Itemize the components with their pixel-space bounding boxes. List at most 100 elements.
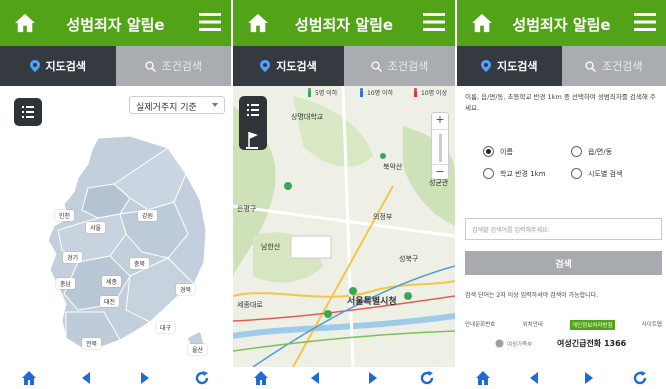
region-label-daejeon[interactable]: 대전: [100, 296, 120, 307]
radio-unselected-icon: [483, 168, 494, 179]
map-label-sangmyung: 상명대학교: [291, 113, 324, 121]
zoom-slider[interactable]: [432, 129, 448, 165]
radio-district-label: 읍/면/동: [588, 147, 613, 156]
tab-map-search-label: 지도검색: [45, 60, 86, 73]
top-bar: 성범죄자 알림e: [233, 0, 455, 46]
tab-map-search[interactable]: 지도검색: [457, 46, 562, 86]
region-label-daegu[interactable]: 대구: [156, 322, 176, 333]
refresh-icon[interactable]: [194, 370, 210, 386]
region-label-seoul[interactable]: 서울: [86, 222, 106, 233]
legend-label-10plus: 10명 이상: [421, 90, 448, 97]
footer-links: 안내문화번호 위치안내 개인정보처리방침 사이트맵: [465, 320, 662, 330]
radio-school-radius-label: 학교 반경 1km: [500, 169, 546, 178]
tab-map-search[interactable]: 지도검색: [0, 46, 116, 86]
region-label-gyeonggi[interactable]: 경기: [63, 252, 83, 263]
list-view-button[interactable]: [14, 98, 42, 126]
tab-map-search-label: 지도검색: [497, 60, 538, 73]
screen-map-detail: 성범죄자 알림e 지도검색 조건검색 5명 이하 10명 이하 10명 이상 +…: [233, 0, 455, 389]
korea-map-image[interactable]: [18, 134, 218, 359]
menu-icon[interactable]: [634, 13, 656, 31]
map-label-sejongdaero: 세종대로: [237, 301, 263, 309]
tab-condition-search[interactable]: 조건검색: [344, 46, 455, 86]
red-person-icon: [414, 88, 417, 97]
top-bar: 성범죄자 알림e: [0, 0, 231, 46]
residence-basis-select[interactable]: 실제거주지 기준: [129, 96, 225, 114]
region-label-ulsan[interactable]: 울산: [188, 344, 208, 355]
region-label-sejong[interactable]: 세종: [102, 276, 122, 287]
home-icon[interactable]: [253, 370, 269, 386]
bottom-nav: [233, 367, 455, 389]
bottom-nav: [457, 367, 666, 389]
search-button[interactable]: 검색: [465, 251, 662, 275]
region-label-chungnam[interactable]: 충남: [56, 278, 76, 289]
menu-icon[interactable]: [423, 13, 445, 31]
region-label-incheon[interactable]: 인천: [55, 210, 75, 221]
search-input[interactable]: 검색할 검색어를 입력해주세요.: [465, 218, 662, 240]
radio-province-label: 시도별 검색: [588, 169, 623, 178]
radio-name-label: 이름: [500, 147, 513, 156]
legend-label-10: 10명 이하: [367, 90, 394, 97]
screen-condition-search: 성범죄자 알림e 지도검색 조건검색 이름, 읍/면/동, 초등학교 반경 1k…: [457, 0, 666, 389]
map-label-namhansan: 남한산: [261, 243, 281, 251]
map-label-sunggyungwan: 성균관: [429, 179, 449, 187]
tab-bar: 지도검색 조건검색: [233, 46, 455, 86]
tab-condition-search[interactable]: 조건검색: [115, 46, 231, 86]
refresh-icon[interactable]: [632, 370, 648, 386]
region-label-gangwon[interactable]: 강원: [138, 210, 158, 221]
tab-condition-search[interactable]: 조건검색: [561, 46, 666, 86]
tab-map-search[interactable]: 지도검색: [233, 46, 344, 86]
footer-link-sitemap[interactable]: 사이트맵: [642, 320, 662, 330]
zoom-out-icon[interactable]: −: [432, 165, 448, 179]
map-label-bugaksan: 북악산: [383, 163, 403, 171]
forward-arrow-icon[interactable]: [364, 370, 380, 386]
back-arrow-icon[interactable]: [79, 370, 95, 386]
back-arrow-icon[interactable]: [527, 370, 543, 386]
search-icon: [585, 60, 596, 72]
search-description: 이름, 읍/면/동, 초등학교 반경 1km 중 선택하여 성범죄자를 검색해 …: [465, 93, 656, 112]
forward-arrow-icon[interactable]: [136, 370, 152, 386]
residence-basis-value: 실제거주지 기준: [136, 103, 197, 113]
location-pin-icon: [29, 60, 40, 72]
zoom-control: + −: [431, 112, 449, 180]
region-label-gyeongbuk[interactable]: 경북: [176, 284, 196, 295]
bottom-nav: [0, 367, 231, 389]
location-pin-icon: [481, 60, 491, 72]
map-tool-panel: [239, 96, 267, 150]
location-pin-icon: [260, 60, 271, 72]
radio-province[interactable]: 시도별 검색: [571, 168, 622, 179]
radio-unselected-icon: [571, 168, 582, 179]
tab-condition-search-label: 조건검색: [161, 60, 202, 73]
screen-map-search: 성범죄자 알림e 지도검색 조건검색 실제거주지 기준 인천 강원 서울 경기 …: [0, 0, 231, 389]
footer-link-privacy[interactable]: 개인정보처리방침: [570, 320, 615, 330]
search-icon: [371, 60, 382, 72]
map-label-seongbuk: 성북구: [399, 255, 419, 263]
tab-condition-search-label: 조건검색: [387, 60, 429, 73]
flag-icon[interactable]: [239, 128, 267, 152]
app-title: 성범죄자 알림e: [294, 16, 394, 34]
footer-link-guide[interactable]: 안내문화번호: [465, 320, 495, 330]
top-bar: 성범죄자 알림e: [457, 0, 666, 46]
zoom-in-icon[interactable]: +: [432, 113, 448, 129]
map-label-eunpyeong: 은평구: [237, 205, 257, 213]
radio-school-radius[interactable]: 학교 반경 1km: [483, 168, 546, 179]
refresh-icon[interactable]: [419, 370, 435, 386]
list-icon[interactable]: [239, 96, 267, 124]
footer-link-location[interactable]: 위치안내: [523, 320, 543, 330]
search-icon: [144, 60, 156, 72]
region-label-chungbuk[interactable]: 충북: [130, 258, 150, 269]
region-label-jeonbuk[interactable]: 전북: [82, 338, 102, 349]
radio-name[interactable]: 이름: [483, 146, 513, 157]
home-icon[interactable]: [475, 370, 491, 386]
radio-district[interactable]: 읍/면/동: [571, 146, 612, 157]
radio-unselected-icon: [571, 146, 582, 157]
back-arrow-icon[interactable]: [308, 370, 324, 386]
menu-icon[interactable]: [199, 13, 221, 31]
ministry-logo-icon: [495, 339, 504, 348]
map-label-city-hall: 서울특별시청: [347, 297, 397, 307]
region-map-area: 실제거주지 기준 인천 강원 서울 경기 충북 충남 세종 대전 경북 대구 전…: [0, 86, 231, 367]
radio-selected-icon: [483, 146, 494, 157]
tab-bar: 지도검색 조건검색: [457, 46, 666, 86]
home-icon[interactable]: [21, 370, 37, 386]
forward-arrow-icon[interactable]: [580, 370, 596, 386]
chevron-down-icon: [212, 103, 218, 107]
